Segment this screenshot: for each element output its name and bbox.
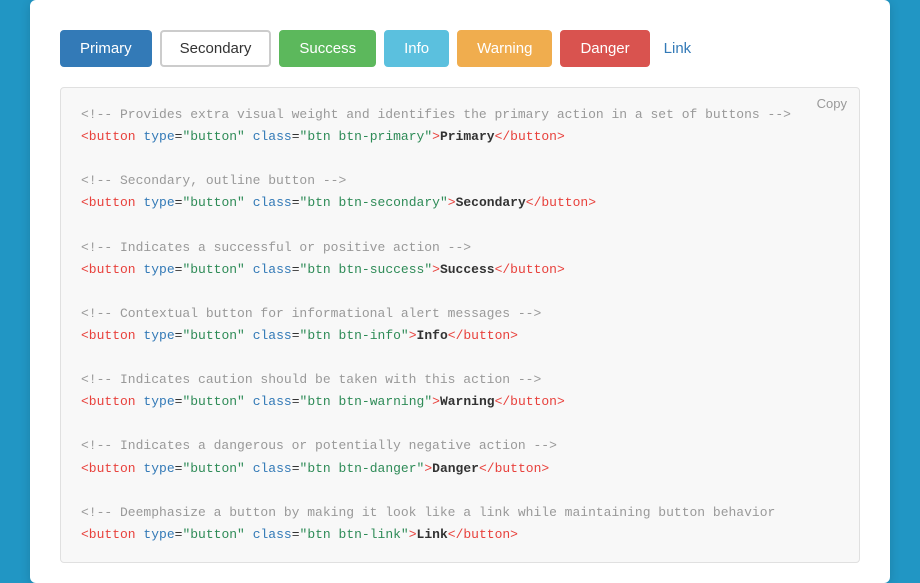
success-button[interactable]: Success — [279, 30, 376, 67]
link-button[interactable]: Link — [658, 32, 698, 65]
button-row: Primary Secondary Success Info Warning D… — [60, 30, 860, 67]
code-content: <!-- Provides extra visual weight and id… — [81, 104, 839, 546]
warning-button[interactable]: Warning — [457, 30, 552, 67]
info-button[interactable]: Info — [384, 30, 449, 67]
danger-button[interactable]: Danger — [560, 30, 649, 67]
primary-button[interactable]: Primary — [60, 30, 152, 67]
code-block: Copy <!-- Provides extra visual weight a… — [60, 87, 860, 563]
secondary-button[interactable]: Secondary — [160, 30, 272, 67]
main-card: Primary Secondary Success Info Warning D… — [30, 0, 890, 583]
copy-button[interactable]: Copy — [817, 96, 847, 111]
